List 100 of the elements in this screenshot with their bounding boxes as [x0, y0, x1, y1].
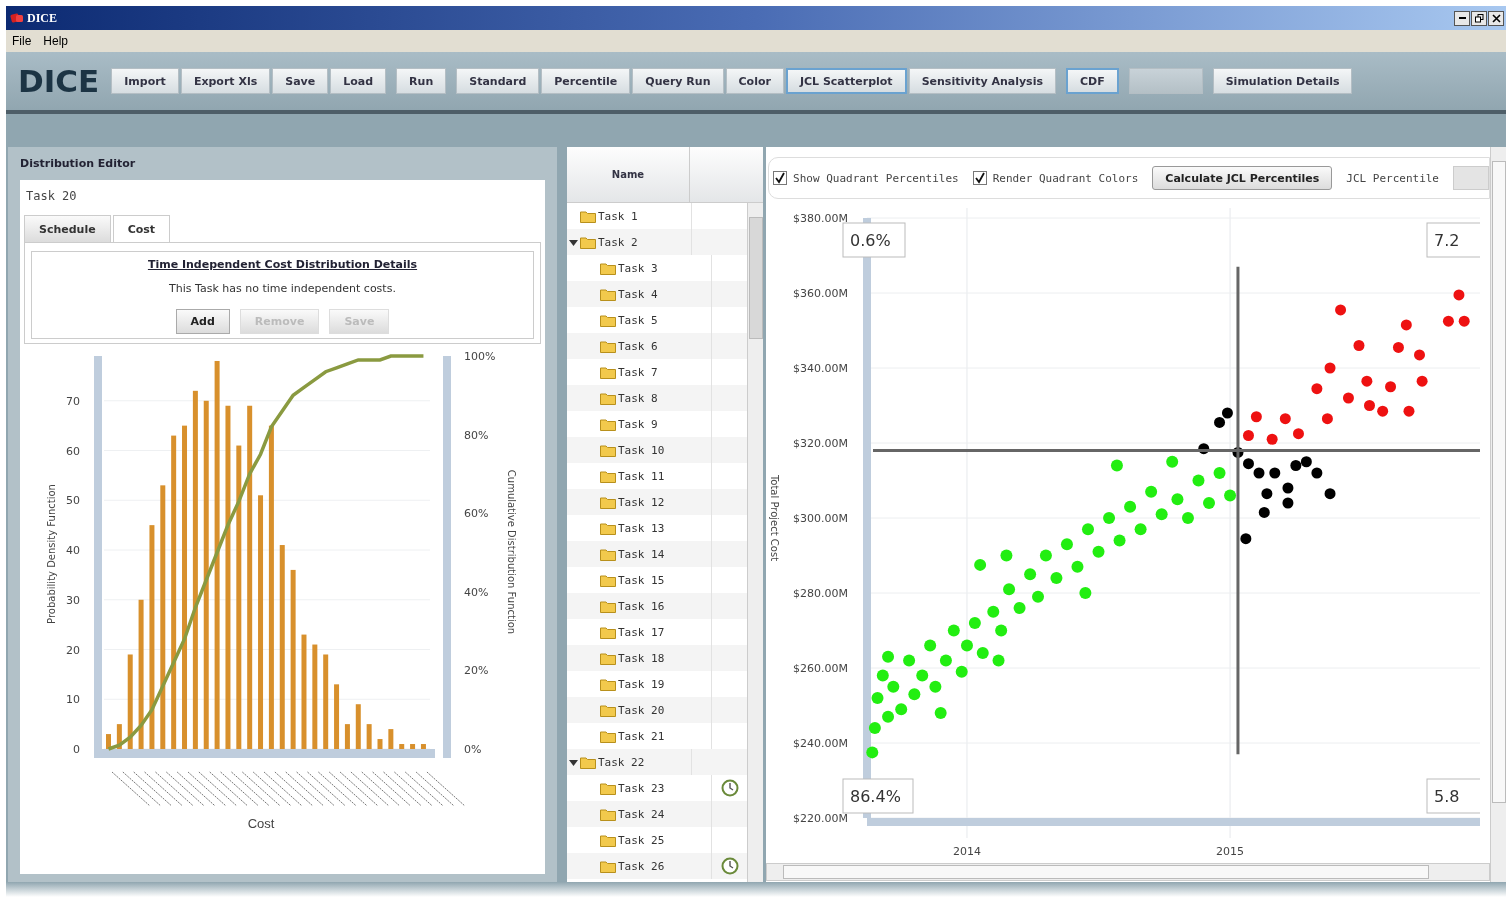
- toolbar-button[interactable]: Import: [111, 68, 179, 94]
- percentile-field[interactable]: [1453, 166, 1489, 190]
- folder-icon: [600, 859, 616, 873]
- tab[interactable]: Cost: [112, 215, 171, 242]
- task-label: Task 22: [598, 755, 645, 769]
- toolbar-button[interactable]: Percentile: [541, 68, 631, 94]
- task-label: Task 24: [618, 807, 665, 821]
- task-label: Task 25: [618, 833, 665, 847]
- y-tick-label: $280.00M: [793, 587, 849, 600]
- folder-icon: [600, 703, 616, 717]
- toolbar-button[interactable]: Load: [330, 68, 387, 94]
- minimize-button[interactable]: [1454, 10, 1470, 26]
- folder-icon: [600, 417, 616, 431]
- tree-row[interactable]: Task 14: [567, 541, 748, 567]
- task-label: Task 5: [618, 313, 658, 327]
- tree-row[interactable]: Task 10: [567, 437, 748, 463]
- details-message: This Task has no time independent costs.: [169, 282, 396, 295]
- toolbar-button[interactable]: CDF: [1065, 68, 1119, 94]
- tree-row[interactable]: Task 2: [567, 229, 748, 255]
- folder-icon: [600, 339, 616, 353]
- y-tick-label: $340.00M: [793, 362, 849, 375]
- tree-row[interactable]: Task 24: [567, 801, 748, 827]
- checkbox[interactable]: [773, 171, 788, 185]
- quadrant-label: 7.2: [1426, 222, 1481, 258]
- expand-icon[interactable]: [569, 237, 578, 247]
- task-label: Task 8: [618, 391, 658, 405]
- histogram-bar: [399, 744, 405, 749]
- tree-row[interactable]: Task 6: [567, 333, 748, 359]
- task-label: Task 12: [618, 495, 665, 509]
- y-tick-label: 10: [66, 693, 80, 707]
- task-label: Task 19: [618, 677, 665, 691]
- histogram-bar: [106, 734, 111, 749]
- task-label: Task 2: [598, 235, 638, 249]
- tree-row[interactable]: Task 20: [567, 697, 748, 723]
- histogram-bar: [377, 739, 383, 749]
- task-label: Task 18: [618, 651, 665, 665]
- toolbar-button[interactable]: Query Run: [632, 68, 724, 94]
- y2-tick-label: 80%: [464, 428, 489, 442]
- restore-button[interactable]: [1471, 10, 1487, 26]
- panel-title: Distribution Editor: [19, 156, 137, 172]
- calculate-button[interactable]: Calculate JCL Percentiles: [1152, 166, 1333, 190]
- task-label: Task 26: [618, 859, 665, 873]
- vertical-scrollbar[interactable]: [747, 203, 764, 882]
- folder-icon: [600, 287, 616, 301]
- task-label: Task 14: [618, 547, 665, 561]
- toolbar-button[interactable]: Standard: [456, 68, 540, 94]
- toolbar-button[interactable]: Sensitivity Analysis: [908, 68, 1056, 94]
- folder-icon: [600, 547, 616, 561]
- folder-icon: [600, 313, 616, 327]
- menu-item[interactable]: Help: [43, 34, 69, 48]
- task-label: Task 6: [618, 339, 658, 353]
- toolbar-button[interactable]: Save: [272, 68, 329, 94]
- quadrant-label: 5.8: [1426, 778, 1481, 814]
- task-label: Task 17: [618, 625, 665, 639]
- tree-row[interactable]: Task 12: [567, 489, 748, 515]
- toolbar-button[interactable]: Export Xls: [180, 68, 271, 94]
- task-name: Task 20: [25, 188, 78, 205]
- folder-icon: [600, 443, 616, 457]
- y-tick-label: $320.00M: [793, 437, 849, 450]
- checkbox[interactable]: [972, 171, 987, 185]
- y-tick-label: $240.00M: [793, 737, 849, 750]
- folder-icon: [600, 365, 616, 379]
- close-button[interactable]: [1488, 10, 1504, 26]
- histogram-bar: [410, 744, 416, 749]
- vertical-scrollbar[interactable]: [1490, 147, 1506, 882]
- tree-row[interactable]: Task 26: [567, 853, 748, 879]
- folder-icon: [600, 677, 616, 691]
- histogram-bar: [116, 724, 122, 749]
- x-axis-title: Cost: [247, 816, 275, 831]
- y-tick-label: 0: [73, 743, 80, 756]
- task-label: Task 21: [618, 729, 665, 743]
- tab[interactable]: Schedule: [24, 215, 111, 242]
- task-label: Task 4: [618, 287, 658, 301]
- tree-row[interactable]: Task 8: [567, 385, 748, 411]
- details-button[interactable]: Add: [175, 309, 230, 334]
- toolbar-button[interactable]: Simulation Details: [1212, 68, 1353, 94]
- y-axis-title: Total Project Cost: [769, 474, 781, 562]
- y-tick-label: $380.00M: [793, 212, 849, 225]
- folder-icon: [600, 573, 616, 587]
- task-label: Task 20: [618, 703, 665, 717]
- folder-icon: [600, 599, 616, 613]
- toolbar-button[interactable]: Run: [396, 68, 447, 94]
- tree-row[interactable]: Task 16: [567, 593, 748, 619]
- tree-row[interactable]: Task 22: [567, 749, 748, 775]
- horizontal-scrollbar[interactable]: [766, 863, 1490, 881]
- y2-tick-label: 100%: [464, 350, 496, 363]
- tree-row[interactable]: Task 18: [567, 645, 748, 671]
- folder-icon: [600, 625, 616, 639]
- toolbar-button[interactable]: Color: [725, 68, 784, 94]
- tree-row[interactable]: Task 4: [567, 281, 748, 307]
- menu-item[interactable]: File: [12, 34, 32, 48]
- dice-icon: [10, 12, 24, 24]
- folder-icon: [600, 261, 616, 275]
- y-tick-label: 50: [66, 494, 80, 508]
- y2-tick-label: 20%: [464, 664, 489, 678]
- y2-axis-title: Cumulative Distribution Function: [506, 469, 517, 635]
- histogram-bar: [366, 724, 372, 749]
- expand-icon[interactable]: [569, 757, 578, 767]
- folder-icon: [600, 521, 616, 535]
- toolbar-button[interactable]: JCL Scatterplot: [785, 68, 907, 94]
